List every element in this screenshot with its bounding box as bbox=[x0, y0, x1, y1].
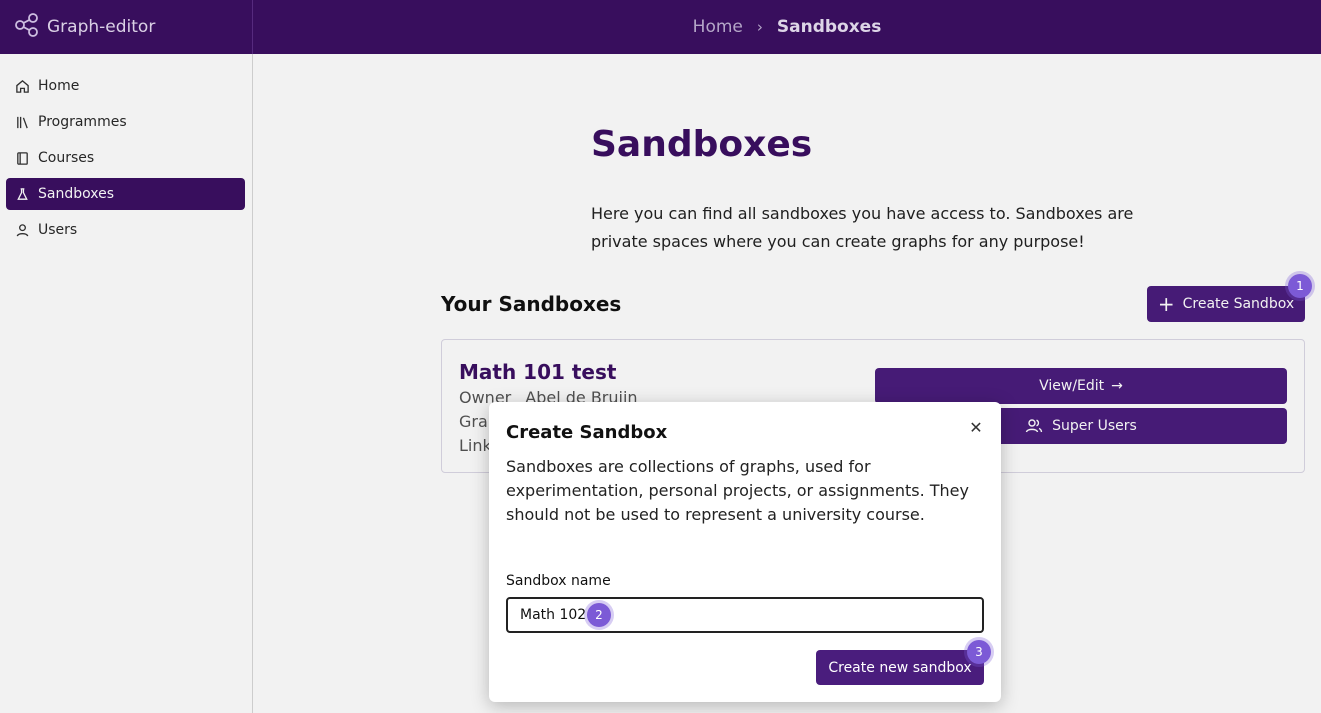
close-icon[interactable]: ✕ bbox=[965, 416, 987, 438]
sandbox-name-input[interactable] bbox=[506, 597, 984, 633]
step-marker-2: 2 bbox=[587, 603, 611, 627]
create-sandbox-dialog: Create Sandbox ✕ Sandboxes are collectio… bbox=[489, 402, 1001, 702]
create-new-sandbox-button[interactable]: Create new sandbox bbox=[816, 650, 984, 685]
dialog-title: Create Sandbox bbox=[506, 422, 668, 443]
step-marker-1: 1 bbox=[1288, 274, 1312, 298]
step-marker-3: 3 bbox=[967, 640, 991, 664]
dialog-description: Sandboxes are collections of graphs, use… bbox=[506, 457, 969, 524]
sandbox-name-label: Sandbox name bbox=[506, 573, 611, 589]
